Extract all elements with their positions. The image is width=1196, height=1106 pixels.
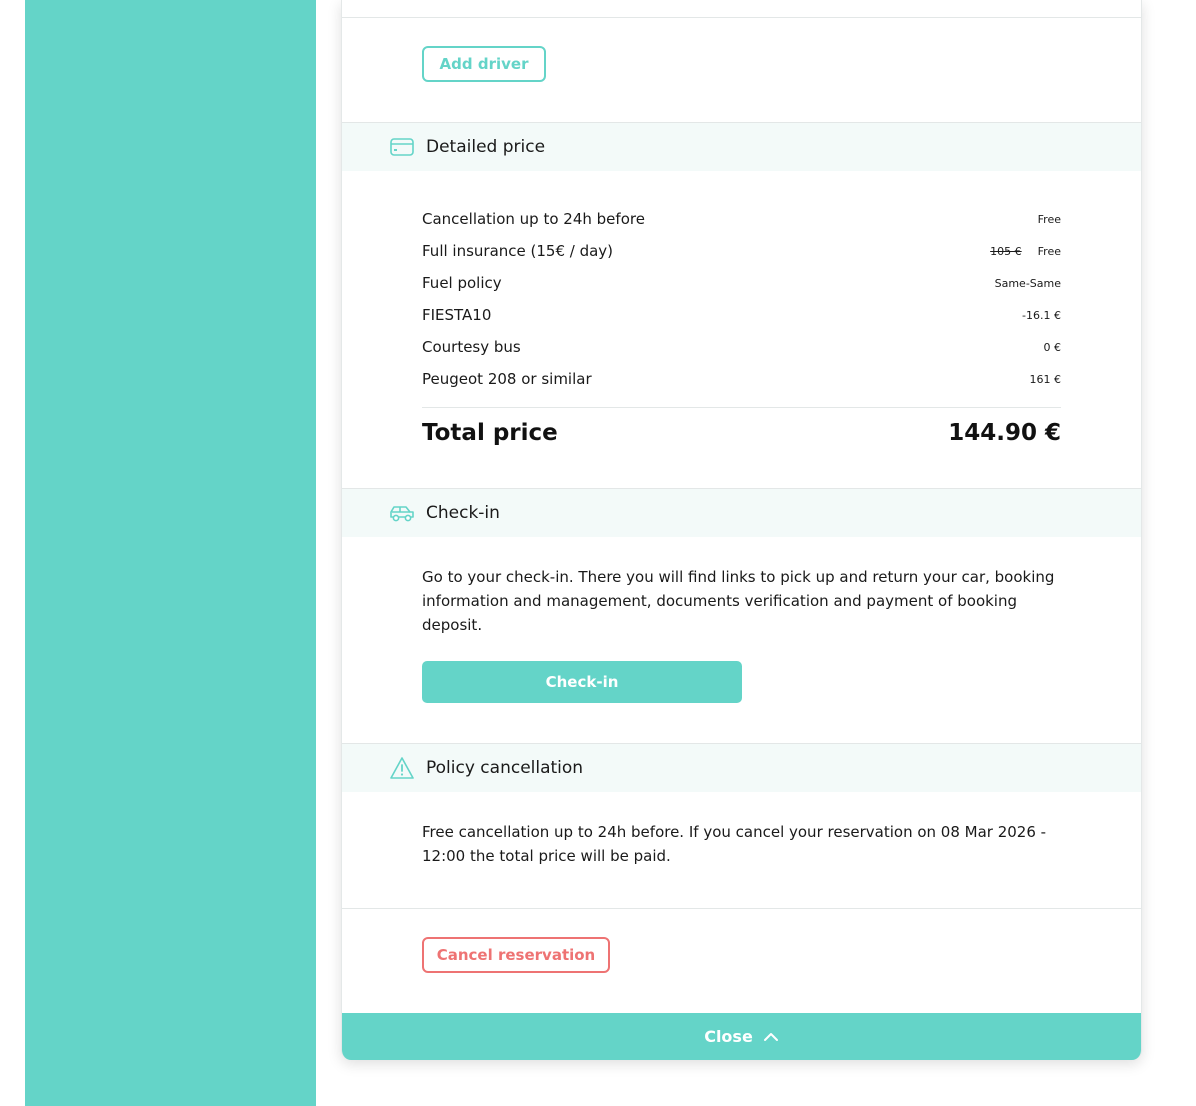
detailed-price-header: Detailed price	[342, 122, 1141, 171]
car-icon	[389, 500, 415, 526]
policy-cancellation-header: Policy cancellation	[342, 743, 1141, 792]
price-row-label: Cancellation up to 24h before	[422, 210, 645, 228]
divider	[342, 908, 1141, 909]
price-row-label: Full insurance (15€ / day)	[422, 242, 614, 260]
checkin-button[interactable]: Check-in	[422, 661, 742, 703]
price-row-label: FIESTA10	[422, 306, 492, 324]
close-button[interactable]: Close	[342, 1013, 1141, 1060]
checkin-description: Go to your check-in. There you will find…	[422, 568, 1055, 634]
price-row-value: Free	[1037, 212, 1061, 226]
close-label: Close	[704, 1027, 753, 1046]
price-row-value: Free	[1037, 244, 1061, 258]
total-price-value: 144.90 €	[948, 420, 1061, 446]
price-row: FIESTA10 -16.1 €	[422, 303, 1061, 327]
reservation-details-card: Add driver Detailed price Cancellation u…	[341, 0, 1142, 1060]
price-row: Peugeot 208 or similar 161 €	[422, 367, 1061, 391]
section-title: Detailed price	[426, 137, 546, 157]
total-price-label: Total price	[422, 420, 558, 446]
warning-icon	[389, 755, 415, 781]
sidebar-panel	[25, 0, 316, 1106]
original-price: 105 €	[990, 244, 1022, 258]
policy-description: Free cancellation up to 24h before. If y…	[422, 823, 1047, 865]
total-divider	[422, 407, 1061, 408]
checkin-header: Check-in	[342, 488, 1141, 537]
section-title: Policy cancellation	[426, 758, 584, 778]
price-row: Fuel policy Same-Same	[422, 271, 1061, 295]
price-row-label: Peugeot 208 or similar	[422, 370, 592, 388]
price-row-value: 161 €	[1029, 372, 1062, 386]
price-row: Full insurance (15€ / day) 105 € Free	[422, 239, 1061, 263]
price-row: Courtesy bus 0 €	[422, 335, 1061, 359]
section-title: Check-in	[426, 503, 500, 523]
price-row-value: Same-Same	[994, 276, 1061, 290]
price-row-value: 0 €	[1043, 340, 1062, 354]
price-row-label: Courtesy bus	[422, 338, 521, 356]
chevron-up-icon	[763, 1027, 779, 1046]
price-row-label: Fuel policy	[422, 274, 502, 292]
price-row: Cancellation up to 24h before Free	[422, 207, 1061, 231]
price-row-value: -16.1 €	[1022, 308, 1061, 322]
cancel-reservation-button[interactable]: Cancel reservation	[422, 937, 610, 973]
add-driver-button[interactable]: Add driver	[422, 46, 546, 82]
credit-card-icon	[389, 134, 415, 160]
total-price-row: Total price 144.90 €	[422, 416, 1061, 450]
divider	[342, 17, 1141, 18]
